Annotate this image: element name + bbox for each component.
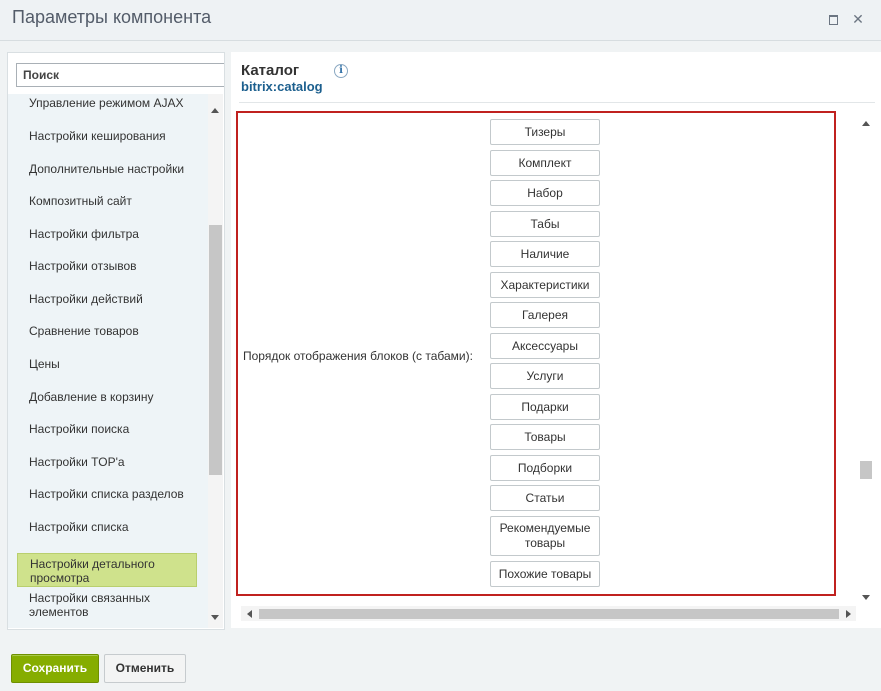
sidebar-item-actions[interactable]: Настройки действий [29,292,197,306]
sidebar-item-list[interactable]: Настройки списка [29,520,197,534]
parameter-label: Порядок отображения блоков (с табами): [243,349,473,363]
block-order-button[interactable]: Характеристики [490,272,600,298]
scrollbar-thumb[interactable] [209,225,222,475]
sidebar-item-composite[interactable]: Композитный сайт [29,194,197,208]
block-order-button[interactable]: Комплект [490,150,600,176]
scroll-up-icon[interactable] [862,121,870,126]
sidebar-item-top[interactable]: Настройки TOP'а [29,455,197,469]
sidebar-item-compare[interactable]: Сравнение товаров [29,324,197,338]
scroll-down-icon[interactable] [862,595,870,600]
block-order-button[interactable]: Табы [490,211,600,237]
section-list: Управление режимом AJAX Настройки кеширо… [8,94,208,628]
sidebar: Управление режимом AJAX Настройки кеширо… [7,52,225,630]
sidebar-item-prices[interactable]: Цены [29,357,197,371]
block-order-button[interactable]: Тизеры [490,119,600,145]
component-name: Каталог [241,62,300,79]
sidebar-item-sections[interactable]: Настройки списка разделов [29,487,197,501]
scrollbar-thumb[interactable] [860,461,872,479]
block-order-button[interactable]: Набор [490,180,600,206]
scrollbar-thumb[interactable] [259,609,839,619]
dialog-footer: Сохранить Отменить [0,641,881,691]
maximize-icon[interactable] [826,12,840,26]
block-order-button[interactable]: Подарки [490,394,600,420]
content-horizontal-scrollbar[interactable] [241,606,856,621]
parameter-highlight-box: Порядок отображения блоков (с табами): Т… [236,111,836,596]
info-icon[interactable]: i [334,64,348,78]
sidebar-item-reviews[interactable]: Настройки отзывов [29,259,197,273]
divider [239,102,875,103]
sidebar-item-additional[interactable]: Дополнительные настройки [29,162,197,176]
sidebar-item-filter[interactable]: Настройки фильтра [29,227,197,241]
sidebar-item-cache[interactable]: Настройки кеширования [29,129,197,143]
search-input[interactable] [16,63,224,87]
block-order-button[interactable]: Статьи [490,485,600,511]
scroll-left-icon[interactable] [247,610,252,618]
save-button[interactable]: Сохранить [11,654,99,683]
block-order-button[interactable]: Рекомендуемые товары [490,516,600,556]
sidebar-item-search[interactable]: Настройки поиска [29,422,197,436]
component-settings: Каталог i bitrix:catalog Порядок отображ… [231,52,881,628]
scroll-down-icon[interactable] [211,615,219,620]
block-order-button[interactable]: Галерея [490,302,600,328]
block-order-button[interactable]: Услуги [490,363,600,389]
block-order-button[interactable]: Товары [490,424,600,450]
block-order-button[interactable]: Наличие [490,241,600,267]
block-order-button[interactable]: Аксессуары [490,333,600,359]
sidebar-item-detail[interactable]: Настройки детального просмотра [17,553,197,587]
sidebar-item-related[interactable]: Настройки связанных элементов [29,591,197,619]
block-order-button[interactable]: Похожие товары [490,561,600,587]
sidebar-scrollbar[interactable] [208,94,223,628]
sidebar-item-ajax[interactable]: Управление режимом AJAX [29,96,197,110]
dialog-title: Параметры компонента [12,7,212,27]
dialog-titlebar: Параметры компонента ✕ [0,0,881,41]
block-order-button[interactable]: Подборки [490,455,600,481]
sidebar-item-basket[interactable]: Добавление в корзину [29,390,197,404]
cancel-button[interactable]: Отменить [104,654,186,683]
scroll-up-icon[interactable] [211,108,219,113]
content-vertical-scrollbar[interactable] [859,116,874,606]
component-code: bitrix:catalog [241,79,323,94]
scroll-right-icon[interactable] [846,610,851,618]
close-icon[interactable]: ✕ [851,12,865,26]
